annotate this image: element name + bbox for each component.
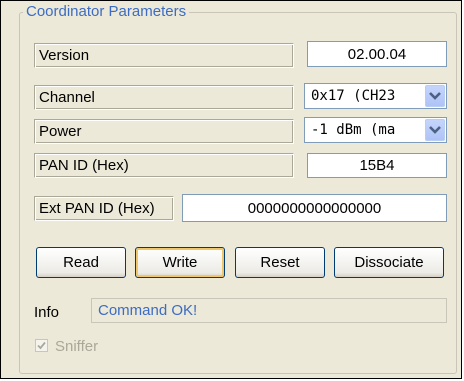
- power-dropdown-button[interactable]: [425, 119, 445, 141]
- power-select-value: -1 dBm (ma: [311, 122, 396, 138]
- write-button[interactable]: Write: [135, 247, 225, 278]
- channel-dropdown-button[interactable]: [425, 85, 445, 107]
- window-frame: Coordinator Parameters Version 02.00.04 …: [0, 0, 462, 379]
- power-label: Power: [34, 119, 294, 144]
- sniffer-label: Sniffer: [55, 338, 99, 355]
- reset-button[interactable]: Reset: [235, 247, 325, 278]
- pan-id-field[interactable]: 15B4: [307, 153, 447, 178]
- ext-pan-id-label: Ext PAN ID (Hex): [34, 196, 174, 221]
- checkmark-icon: [37, 341, 46, 350]
- channel-label: Channel: [34, 85, 294, 110]
- info-label: Info: [34, 304, 60, 321]
- read-button[interactable]: Read: [36, 247, 126, 278]
- power-select[interactable]: -1 dBm (ma: [304, 117, 447, 143]
- pan-id-label: PAN ID (Hex): [34, 153, 294, 178]
- ext-pan-id-field[interactable]: 0000000000000000: [182, 194, 447, 222]
- version-label: Version: [34, 43, 294, 68]
- channel-select[interactable]: 0x17 (CH23: [304, 83, 447, 109]
- dissociate-button[interactable]: Dissociate: [334, 247, 444, 278]
- chevron-down-icon: [429, 92, 441, 100]
- sniffer-checkbox[interactable]: [35, 339, 48, 352]
- group-title: Coordinator Parameters: [23, 4, 190, 20]
- version-field[interactable]: 02.00.04: [307, 41, 447, 67]
- channel-select-value: 0x17 (CH23: [311, 88, 396, 104]
- info-status-field: Command OK!: [91, 298, 447, 323]
- chevron-down-icon: [429, 126, 441, 134]
